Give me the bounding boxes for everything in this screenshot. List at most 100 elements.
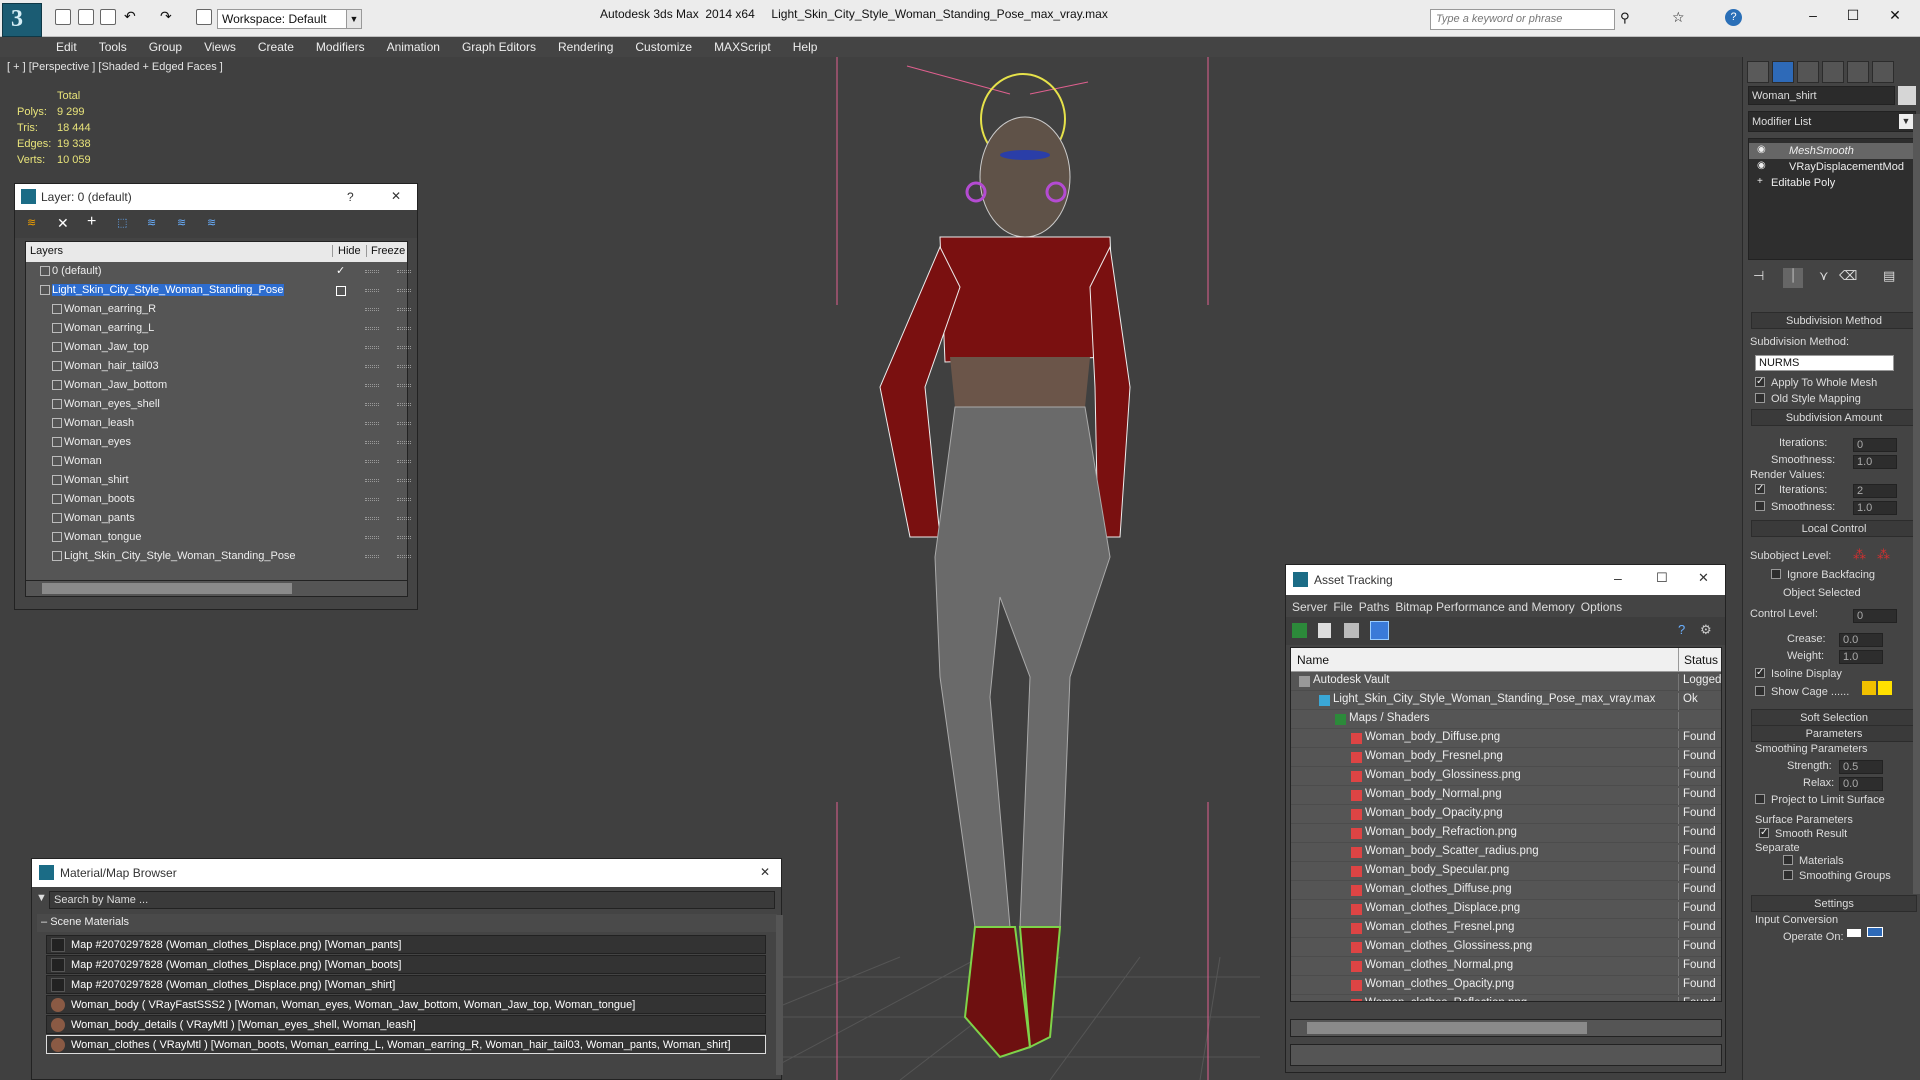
asset-row[interactable]: Woman_body_Normal.png Found bbox=[1291, 786, 1721, 805]
add-to-layer-icon[interactable]: + bbox=[87, 213, 96, 231]
local-control-rollout[interactable]: Local Control bbox=[1751, 520, 1917, 537]
modifier-stack-item[interactable]: ◉ VRayDisplacementMod bbox=[1749, 159, 1915, 175]
maximize-icon[interactable]: ☐ bbox=[1840, 5, 1866, 25]
layer-row[interactable]: Woman_eyes_shell bbox=[26, 395, 411, 414]
asset-menu-options[interactable]: Options bbox=[1581, 600, 1622, 614]
freeze-toggle[interactable] bbox=[397, 517, 411, 520]
modify-tab-icon[interactable] bbox=[1772, 61, 1794, 83]
layer-row[interactable]: Woman_leash bbox=[26, 414, 411, 433]
asset-horizontal-scrollbar[interactable] bbox=[1290, 1019, 1722, 1037]
hide-toggle[interactable] bbox=[365, 517, 379, 520]
freeze-toggle[interactable] bbox=[397, 479, 411, 482]
make-unique-icon[interactable]: ⋎ bbox=[1819, 268, 1829, 284]
freeze-toggle[interactable] bbox=[397, 555, 411, 558]
options-menu-icon[interactable]: ▼ bbox=[36, 892, 47, 904]
layer-horizontal-scrollbar[interactable] bbox=[25, 580, 408, 597]
asset-row[interactable]: Woman_clothes_Displace.png Found bbox=[1291, 900, 1721, 919]
asset-row[interactable]: Woman_clothes_Diffuse.png Found bbox=[1291, 881, 1721, 900]
vertex-level-icon[interactable]: ⁂ bbox=[1853, 547, 1866, 563]
redo-icon[interactable]: ↷ bbox=[160, 8, 172, 25]
layer-list[interactable]: Layers Hide Freeze 0 (default) ✓ Light_Ski… bbox=[25, 241, 411, 588]
strength-spinner[interactable]: 0.5 bbox=[1839, 760, 1883, 774]
relax-spinner[interactable]: 0.0 bbox=[1839, 777, 1883, 791]
layer-row[interactable]: Woman_boots bbox=[26, 490, 411, 509]
menu-graph-editors[interactable]: Graph Editors bbox=[462, 37, 536, 54]
open-file-icon[interactable] bbox=[78, 9, 94, 25]
save-file-icon[interactable] bbox=[100, 9, 116, 25]
configure-sets-icon[interactable]: ▤ bbox=[1883, 268, 1895, 284]
modifier-stack-item[interactable]: ◉ MeshSmooth bbox=[1749, 143, 1915, 159]
render-iterations-spinner[interactable]: 2 bbox=[1853, 484, 1897, 498]
asset-tracking-header[interactable]: Asset Tracking – ☐ ✕ bbox=[1286, 565, 1725, 595]
layer-row[interactable]: Light_Skin_City_Style_Woman_Standing_Pos… bbox=[26, 281, 411, 300]
material-row[interactable]: Woman_clothes ( VRayMtl ) [Woman_boots, … bbox=[46, 1035, 766, 1054]
freeze-toggle[interactable] bbox=[397, 422, 411, 425]
material-row[interactable]: Map #2070297828 (Woman_clothes_Displace.… bbox=[46, 955, 766, 974]
search-input[interactable]: Type a keyword or phrase bbox=[1430, 9, 1615, 30]
menu-create[interactable]: Create bbox=[258, 37, 294, 54]
lightbulb-icon[interactable]: ◉ bbox=[1757, 160, 1766, 171]
project-limit-surface-checkbox[interactable] bbox=[1755, 794, 1765, 804]
hide-toggle[interactable] bbox=[365, 479, 379, 482]
layer-row[interactable]: Woman_earring_L bbox=[26, 319, 411, 338]
hide-toggle[interactable] bbox=[365, 270, 379, 273]
edge-level-icon[interactable]: ⁂ bbox=[1877, 547, 1890, 563]
asset-row[interactable]: Light_Skin_City_Style_Woman_Standing_Pos… bbox=[1291, 691, 1721, 710]
display-tab-icon[interactable] bbox=[1847, 61, 1869, 83]
layer-row[interactable]: Woman_Jaw_bottom bbox=[26, 376, 411, 395]
material-search-input[interactable]: Search by Name ... bbox=[49, 891, 775, 909]
layer-window-header[interactable]: Layer: 0 (default) ? ✕ bbox=[15, 184, 417, 210]
asset-row[interactable]: Woman_clothes_Glossiness.png Found bbox=[1291, 938, 1721, 957]
menu-edit[interactable]: Edit bbox=[56, 37, 77, 54]
current-layer-box-icon[interactable] bbox=[336, 286, 346, 296]
minimize-icon[interactable]: – bbox=[1614, 570, 1622, 586]
iterations-spinner[interactable]: 0 bbox=[1853, 438, 1897, 452]
layer-row[interactable]: Woman bbox=[26, 452, 411, 471]
collapse-icon[interactable]: – bbox=[41, 916, 50, 928]
freeze-toggle[interactable] bbox=[397, 289, 411, 292]
asset-menu-server[interactable]: Server bbox=[1292, 600, 1327, 614]
freeze-all-icon[interactable]: ≋ bbox=[207, 216, 216, 229]
modifier-stack-item[interactable]: + Editable Poly bbox=[1749, 175, 1915, 191]
menu-animation[interactable]: Animation bbox=[387, 37, 440, 54]
vault-settings-icon[interactable]: ⚙ bbox=[1700, 622, 1712, 638]
settings-rollout[interactable]: Settings bbox=[1751, 895, 1917, 912]
hide-all-icon[interactable]: ≋ bbox=[177, 216, 186, 229]
asset-tracking-window[interactable]: Asset Tracking – ☐ ✕ Server File Paths Bitm… bbox=[1285, 564, 1726, 1073]
freeze-toggle[interactable] bbox=[397, 365, 411, 368]
layer-row[interactable]: Light_Skin_City_Style_Woman_Standing_Pos… bbox=[26, 547, 411, 566]
operate-polygons-icon[interactable] bbox=[1867, 927, 1883, 937]
subdivision-method-select[interactable]: NURMS bbox=[1755, 355, 1894, 371]
hide-toggle[interactable] bbox=[365, 327, 379, 330]
material-scrollbar[interactable] bbox=[776, 915, 783, 1075]
menu-rendering[interactable]: Rendering bbox=[558, 37, 613, 54]
star-icon[interactable]: ☆ bbox=[1672, 9, 1685, 26]
character-model[interactable] bbox=[879, 73, 1131, 1059]
material-row[interactable]: Map #2070297828 (Woman_clothes_Displace.… bbox=[46, 935, 766, 954]
menu-views[interactable]: Views bbox=[204, 37, 236, 54]
menu-modifiers[interactable]: Modifiers bbox=[316, 37, 365, 54]
chevron-down-icon[interactable]: ▼ bbox=[1899, 114, 1913, 129]
render-smoothness-spinner[interactable]: 1.0 bbox=[1853, 501, 1897, 515]
cage-color-swatch[interactable] bbox=[1862, 681, 1876, 695]
freeze-toggle[interactable] bbox=[397, 403, 411, 406]
help-icon[interactable]: ? bbox=[1725, 9, 1742, 26]
material-map-browser-window[interactable]: Material/Map Browser ✕ ▼ Search by Name … bbox=[31, 858, 783, 1080]
hide-toggle[interactable] bbox=[365, 403, 379, 406]
layer-row[interactable]: Woman_hair_tail03 bbox=[26, 357, 411, 376]
modifier-stack[interactable]: ◉ MeshSmooth ◉ VRayDisplacementMod + Editable… bbox=[1748, 138, 1916, 260]
asset-row[interactable]: Woman_clothes_Opacity.png Found bbox=[1291, 976, 1721, 995]
close-icon[interactable]: ✕ bbox=[1882, 5, 1908, 25]
material-browser-header[interactable]: Material/Map Browser ✕ bbox=[32, 859, 781, 887]
asset-row[interactable]: Woman_clothes_Reflection.png Found bbox=[1291, 995, 1721, 1001]
smoothness-spinner[interactable]: 1.0 bbox=[1853, 455, 1897, 469]
list-view-icon[interactable] bbox=[1318, 623, 1331, 638]
layer-row[interactable]: Woman_tongue bbox=[26, 528, 411, 547]
hide-toggle[interactable] bbox=[365, 422, 379, 425]
project-folder-icon[interactable] bbox=[196, 9, 212, 25]
undo-icon[interactable]: ↶ bbox=[124, 8, 136, 25]
menu-maxscript[interactable]: MAXScript bbox=[714, 37, 771, 54]
asset-menu-bitmap-performance-and-memory[interactable]: Bitmap Performance and Memory bbox=[1395, 600, 1574, 614]
delete-layer-icon[interactable]: ✕ bbox=[57, 215, 69, 232]
select-objects-icon[interactable]: ⬚ bbox=[117, 216, 127, 229]
